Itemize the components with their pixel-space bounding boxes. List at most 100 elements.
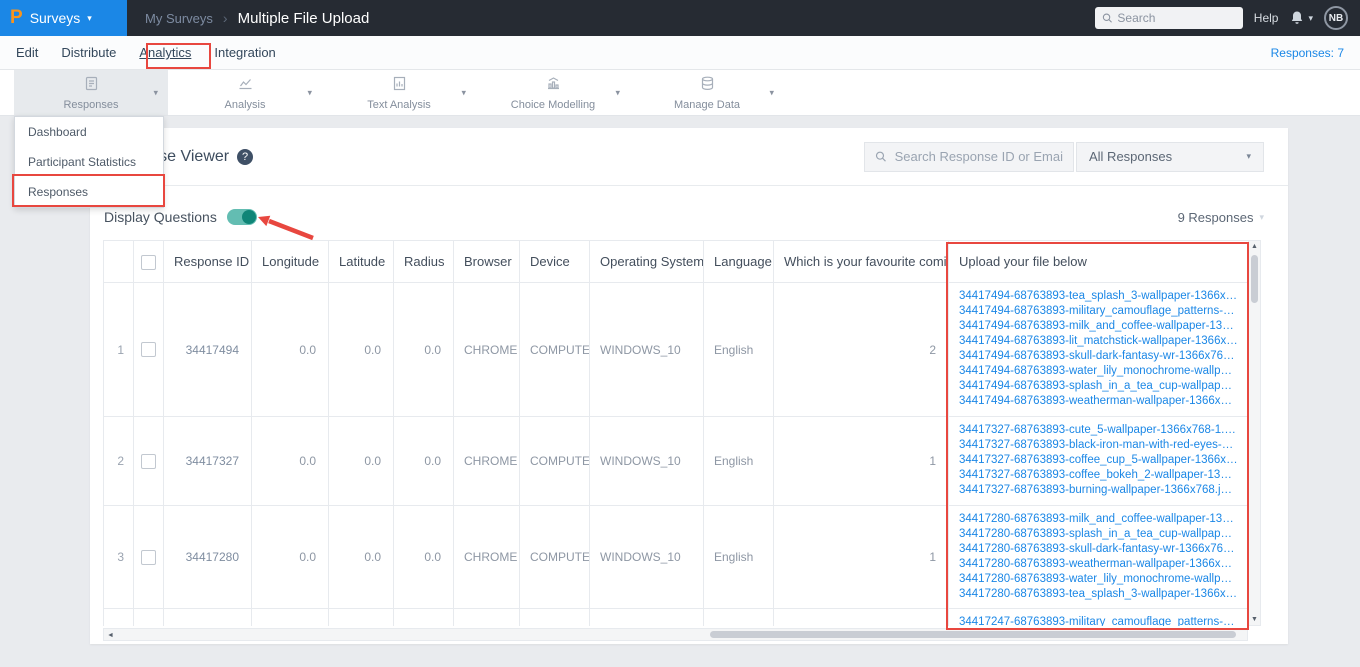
file-link[interactable]: 34417280-68763893-skull-dark-fantasy-wr-… <box>959 542 1238 557</box>
row-checkbox[interactable] <box>141 453 156 469</box>
cell-files: 34417247-68763893-military_camouflage_pa… <box>948 608 1248 626</box>
file-link[interactable]: 34417494-68763893-weatherman-wallpaper-1… <box>959 394 1238 409</box>
tab-analytics[interactable]: Analytics <box>139 45 191 60</box>
menu-item-responses[interactable]: Responses <box>15 177 163 207</box>
file-link[interactable]: 34417327-68763893-burning-wallpaper-1366… <box>959 483 1238 498</box>
scroll-left-icon[interactable]: ◄ <box>107 630 114 641</box>
chevron-down-icon: ▾ <box>769 87 774 97</box>
col-header-checkbox <box>133 240 164 283</box>
response-search[interactable] <box>864 141 1074 172</box>
breadcrumb-survey-title: Multiple File Upload <box>237 9 370 27</box>
horizontal-scroll-thumb[interactable] <box>709 631 1236 638</box>
cell-response-id[interactable] <box>163 608 252 626</box>
search-icon <box>1102 13 1112 23</box>
responses-summary-dropdown[interactable]: 9 Responses ▾ <box>1178 210 1264 225</box>
horizontal-scrollbar[interactable]: ◄ <box>103 628 1248 641</box>
questionpro-logo-icon: P <box>10 7 23 28</box>
cell-response-id[interactable]: 34417280 <box>163 505 252 609</box>
display-questions-toggle[interactable] <box>226 209 257 225</box>
cell-browser <box>453 608 520 626</box>
row-checkbox[interactable] <box>141 549 156 565</box>
row-checkbox-cell <box>133 608 164 626</box>
toolbar-analysis[interactable]: Analysis ▾ <box>168 70 322 115</box>
file-link[interactable]: 34417280-68763893-weatherman-wallpaper-1… <box>959 557 1238 572</box>
cell-device: COMPUTER <box>519 505 590 609</box>
select-all-checkbox[interactable] <box>141 254 156 270</box>
col-header-device[interactable]: Device <box>519 240 590 283</box>
file-link[interactable]: 34417494-68763893-lit_matchstick-wallpap… <box>959 334 1238 349</box>
col-header-upload-question[interactable]: Upload your file below <box>948 240 1248 283</box>
file-link[interactable]: 34417494-68763893-tea_splash_3-wallpaper… <box>959 289 1238 304</box>
scroll-down-icon[interactable]: ▼ <box>1249 616 1260 623</box>
cell-os: WINDOWS_10 <box>589 505 704 609</box>
topbar-right: Help ▾ NB <box>1094 6 1360 30</box>
col-header-os[interactable]: Operating System <box>589 240 704 283</box>
file-link[interactable]: 34417494-68763893-splash_in_a_tea_cup-wa… <box>959 379 1238 394</box>
col-header-browser[interactable]: Browser <box>453 240 520 283</box>
file-link[interactable]: 34417247-68763893-military_camouflage_pa… <box>959 615 1238 626</box>
response-filter-dropdown[interactable]: All Responses ▾ <box>1076 141 1264 172</box>
toolbar-responses[interactable]: Responses ▾ <box>14 70 168 115</box>
scroll-up-icon[interactable]: ▲ <box>1249 243 1260 250</box>
file-link[interactable]: 34417494-68763893-military_camouflage_pa… <box>959 304 1238 319</box>
survey-nav: Edit Distribute Analytics Integration Re… <box>0 36 1360 70</box>
cell-response-id[interactable]: 34417494 <box>163 282 252 417</box>
file-link[interactable]: 34417327-68763893-coffee_bokeh_2-wallpap… <box>959 468 1238 483</box>
cell-device: COMPUTER <box>519 282 590 417</box>
cell-latitude: 0.0 <box>328 505 394 609</box>
clipboard-icon <box>83 75 100 97</box>
tab-distribute[interactable]: Distribute <box>61 45 116 60</box>
chevron-down-icon: ▾ <box>1246 151 1251 161</box>
cell-longitude: 0.0 <box>251 505 329 609</box>
file-link[interactable]: 34417280-68763893-tea_splash_3-wallpaper… <box>959 587 1238 602</box>
file-link[interactable]: 34417280-68763893-water_lily_monochrome-… <box>959 572 1238 587</box>
response-search-input[interactable] <box>894 149 1063 164</box>
menu-item-participant-statistics[interactable]: Participant Statistics <box>15 147 163 177</box>
database-icon <box>699 75 716 97</box>
col-header-comics-question[interactable]: Which is your favourite comics? <box>773 240 949 283</box>
breadcrumb-my-surveys[interactable]: My Surveys <box>145 11 213 26</box>
responses-dropdown-menu: Dashboard Participant Statistics Respons… <box>14 116 164 208</box>
notifications-menu[interactable]: ▾ <box>1289 10 1313 26</box>
toolbar-manage-data[interactable]: Manage Data ▾ <box>630 70 784 115</box>
account-menu[interactable]: NB <box>1324 6 1348 30</box>
file-link[interactable]: 34417327-68763893-black-iron-man-with-re… <box>959 438 1238 453</box>
file-link[interactable]: 34417327-68763893-cute_5-wallpaper-1366x… <box>959 423 1238 438</box>
col-header-longitude[interactable]: Longitude <box>251 240 329 283</box>
help-link[interactable]: Help <box>1254 11 1279 25</box>
toolbar-text-analysis[interactable]: Text Analysis ▾ <box>322 70 476 115</box>
tab-integration[interactable]: Integration <box>214 45 275 60</box>
file-link[interactable]: 34417327-68763893-coffee_cup_5-wallpaper… <box>959 453 1238 468</box>
file-link[interactable]: 34417494-68763893-water_lily_monochrome-… <box>959 364 1238 379</box>
col-header-radius[interactable]: Radius <box>393 240 454 283</box>
toolbar-choice-modelling[interactable]: Choice Modelling ▾ <box>476 70 630 115</box>
toolbar-manage-data-label: Manage Data <box>673 98 741 111</box>
file-link[interactable]: 34417280-68763893-milk_and_coffee-wallpa… <box>959 512 1238 527</box>
global-search-input[interactable] <box>1117 11 1236 25</box>
surveys-product-menu[interactable]: P Surveys ▾ <box>0 0 127 36</box>
col-header-response-id[interactable]: Response ID▲ <box>163 240 252 283</box>
row-checkbox[interactable] <box>141 342 156 358</box>
file-link[interactable]: 34417280-68763893-splash_in_a_tea_cup-wa… <box>959 527 1238 542</box>
col-header-latitude[interactable]: Latitude <box>328 240 394 283</box>
top-bar: P Surveys ▾ My Surveys › Multiple File U… <box>0 0 1360 36</box>
responses-count-badge[interactable]: Responses: 7 <box>1271 46 1344 60</box>
line-chart-icon <box>237 75 254 97</box>
toolbar-analysis-label: Analysis <box>224 98 266 111</box>
cell-os <box>589 608 704 626</box>
col-header-language[interactable]: Language <box>703 240 774 283</box>
vertical-scrollbar[interactable]: ▲ ▼ <box>1248 240 1261 626</box>
file-link[interactable]: 34417494-68763893-skull-dark-fantasy-wr-… <box>959 349 1238 364</box>
toolbar-text-analysis-label: Text Analysis <box>367 98 431 111</box>
menu-item-dashboard[interactable]: Dashboard <box>15 117 163 147</box>
responses-summary-label: 9 Responses <box>1177 209 1254 225</box>
tab-edit[interactable]: Edit <box>16 45 38 60</box>
table-row: 2 34417327 0.0 0.0 0.0 CHROME COMPUTER W… <box>103 416 1248 506</box>
cell-response-id[interactable]: 34417327 <box>163 416 252 506</box>
vertical-scroll-thumb[interactable] <box>1251 255 1258 303</box>
cell-radius: 0.0 <box>393 416 454 506</box>
global-search[interactable] <box>1094 7 1243 29</box>
file-link[interactable]: 34417494-68763893-milk_and_coffee-wallpa… <box>959 319 1238 334</box>
help-icon[interactable]: ? <box>237 148 254 165</box>
cell-comics <box>773 608 949 626</box>
